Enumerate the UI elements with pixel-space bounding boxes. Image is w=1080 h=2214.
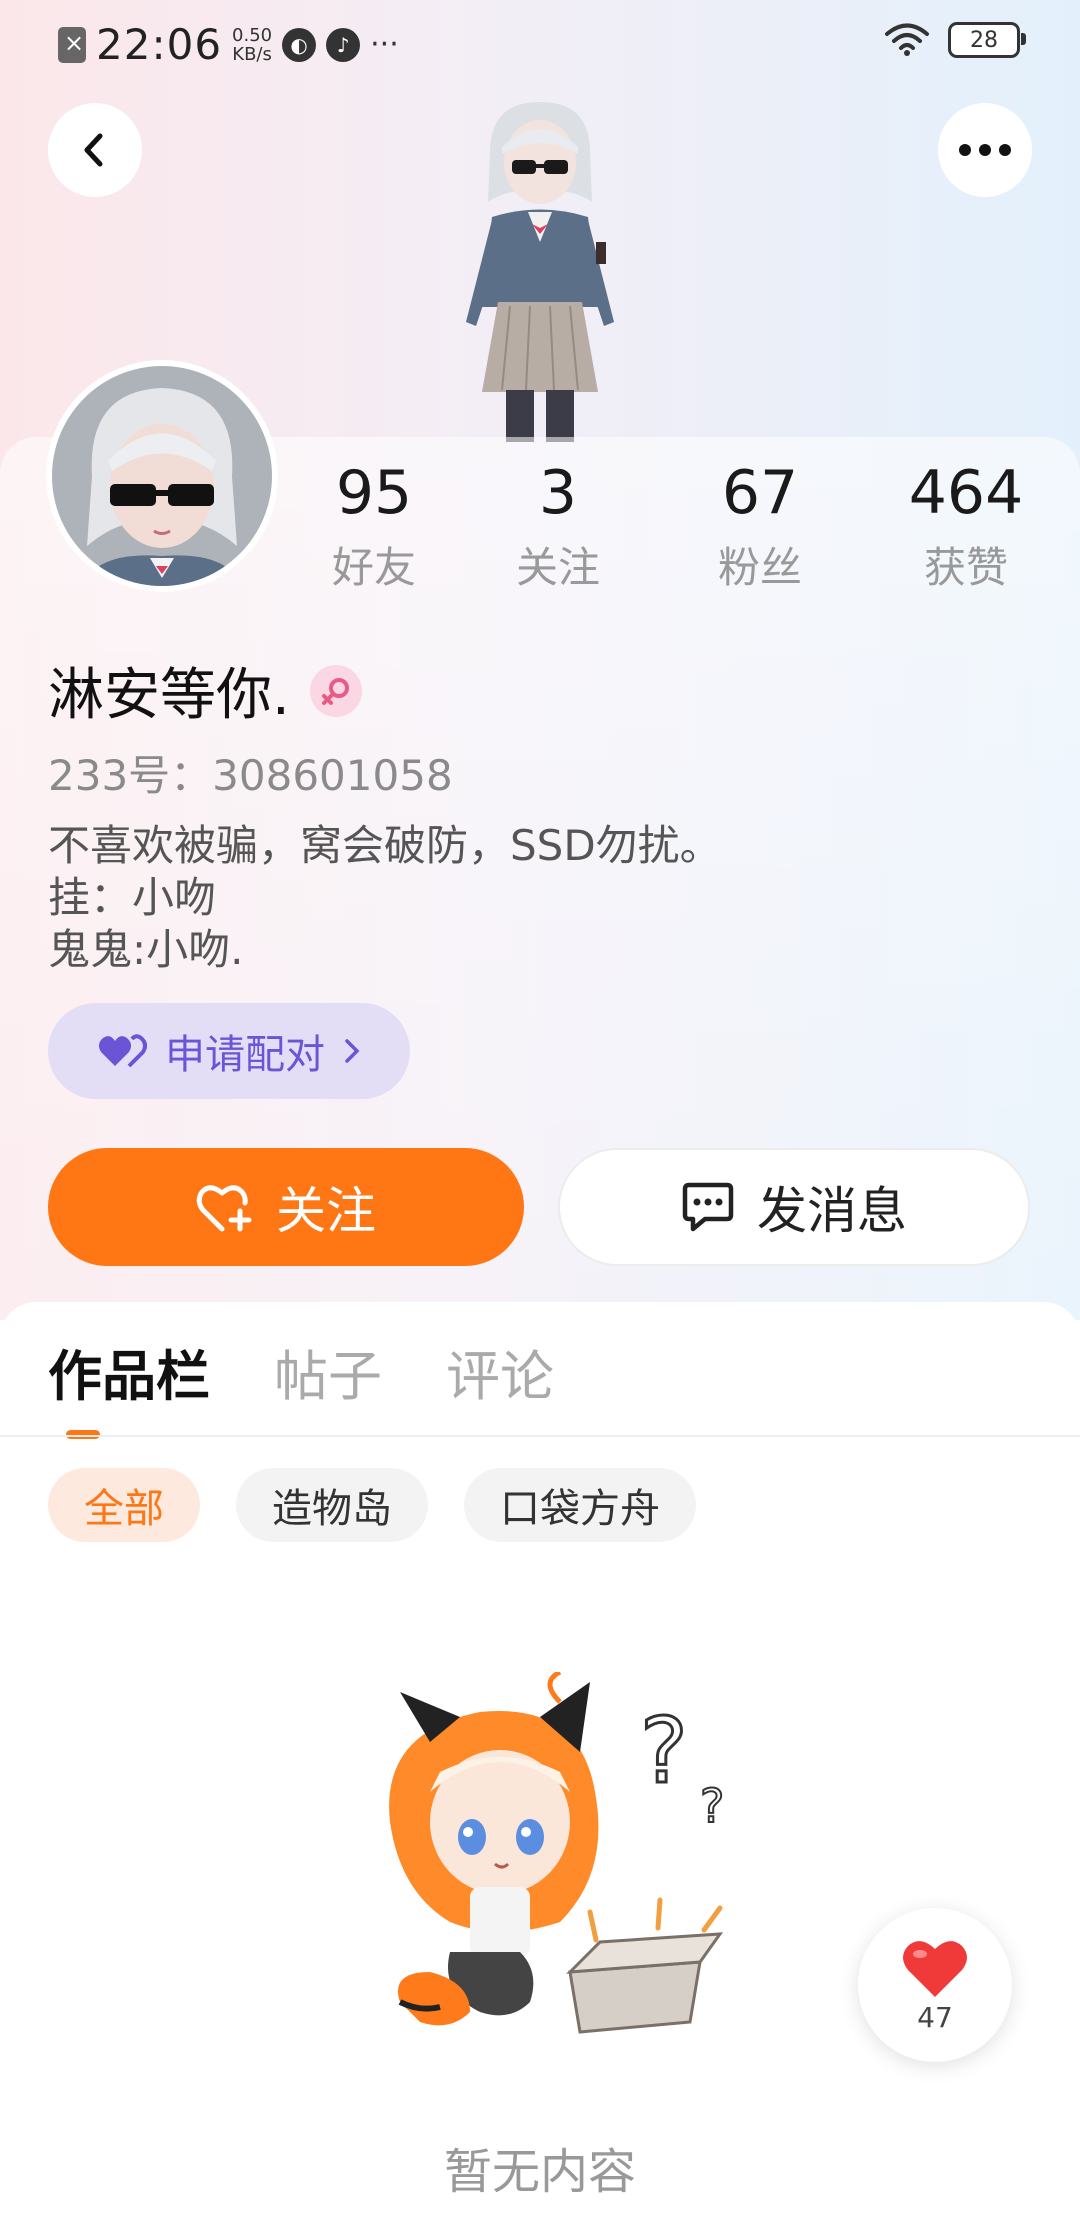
send-message-button[interactable]: 发消息 (558, 1148, 1030, 1266)
category-chips: 全部 造物岛 口袋方舟 (48, 1468, 696, 1542)
stat-fans[interactable]: 67 粉丝 (680, 458, 840, 595)
character-model-image (466, 102, 614, 442)
follow-label: 关注 (276, 1182, 376, 1240)
svg-text:?: ? (640, 1699, 688, 1804)
back-button[interactable] (48, 103, 142, 197)
username-row: 淋安等你. (48, 650, 362, 731)
more-icon (959, 144, 1011, 156)
svg-text:?: ? (700, 1779, 724, 1833)
avatar[interactable] (46, 360, 278, 592)
chip-all[interactable]: 全部 (48, 1468, 200, 1542)
chat-bubble-icon (682, 1182, 734, 1232)
profile-stats: 95 好友 3 关注 67 粉丝 464 获赞 (300, 458, 1060, 598)
music-icon: ♪ (326, 27, 361, 62)
chip-creation-island[interactable]: 造物岛 (236, 1468, 428, 1542)
empty-state-text: 暂无内容 (443, 2144, 636, 2200)
avatar-image (52, 366, 272, 586)
bio: 不喜欢被骗，窝会破防，SSD勿扰。 挂：小吻 鬼鬼:小吻. (48, 820, 722, 976)
status-time: 22:06 (96, 20, 223, 69)
wifi-icon (885, 23, 929, 56)
apply-pair-label: 申请配对 (165, 1032, 325, 1078)
chevron-right-icon (345, 1039, 360, 1063)
network-speed: 0.50 KB/s (232, 24, 273, 65)
stat-label: 粉丝 (717, 543, 802, 592)
empty-state-illustration: ? ? (389, 1672, 725, 2034)
tab-comments[interactable]: 评论 (446, 1332, 554, 1411)
double-heart-icon (98, 1034, 147, 1068)
tabs-divider (0, 1435, 1080, 1437)
chip-pocket-ark[interactable]: 口袋方舟 (464, 1468, 696, 1542)
content-tabs: 作品栏 帖子 评论 (48, 1332, 554, 1411)
like-count: 47 (917, 2000, 953, 2034)
more-options-button[interactable] (938, 103, 1032, 197)
apply-pair-button[interactable]: 申请配对 (48, 1003, 410, 1099)
stat-likes[interactable]: 464 获赞 (886, 458, 1046, 595)
bio-line: 鬼鬼:小吻. (48, 925, 244, 974)
stat-label: 关注 (515, 543, 600, 592)
stat-label: 好友 (331, 543, 416, 592)
status-bar: 22:06 0.50 KB/s ◐ ♪ ··· 28 (0, 0, 1080, 84)
female-gender-icon (309, 664, 362, 717)
tab-works[interactable]: 作品栏 (48, 1332, 210, 1411)
battery-icon: 28 (948, 22, 1026, 58)
bio-line: 不喜欢被骗，窝会破防，SSD勿扰。 (48, 821, 722, 870)
tab-posts[interactable]: 帖子 (274, 1332, 382, 1411)
stat-value: 95 (335, 458, 413, 528)
username: 淋安等你. (48, 663, 290, 728)
chevron-left-icon (84, 133, 103, 167)
stat-value: 464 (908, 458, 1024, 528)
bio-line: 挂：小吻 (48, 873, 217, 922)
more-notifications-icon: ··· (370, 27, 399, 62)
compass-icon: ◐ (282, 27, 317, 62)
heart-icon (903, 1940, 967, 1997)
follow-button[interactable]: 关注 (48, 1148, 524, 1266)
floating-like-button[interactable]: 47 (858, 1908, 1012, 2062)
account-id: 233号：308601058 (48, 751, 453, 800)
battery-level: 28 (970, 27, 998, 53)
no-sim-icon (58, 26, 86, 63)
heart-plus-icon (196, 1185, 252, 1232)
stat-label: 获赞 (923, 543, 1008, 592)
send-message-label: 发消息 (757, 1182, 907, 1240)
stat-friends[interactable]: 95 好友 (294, 458, 454, 595)
stat-value: 3 (538, 458, 578, 528)
stat-value: 67 (721, 458, 799, 528)
stat-following[interactable]: 3 关注 (478, 458, 638, 595)
